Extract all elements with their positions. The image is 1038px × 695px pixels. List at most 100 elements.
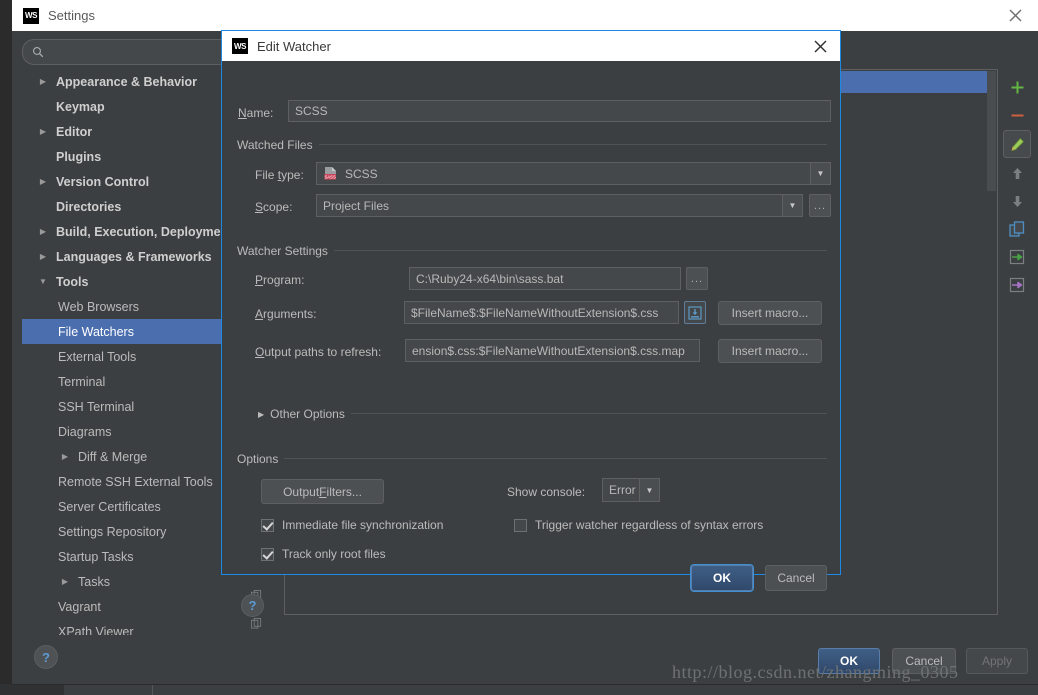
section-divider xyxy=(329,250,827,251)
chevron-right-icon: ▶ xyxy=(39,177,47,186)
program-input[interactable]: C:\Ruby24-x64\bin\sass.bat xyxy=(409,267,681,290)
search-icon xyxy=(32,46,44,58)
sidebar-item-label: Web Browsers xyxy=(58,299,140,314)
sidebar-item-label: Remote SSH External Tools xyxy=(58,474,213,489)
arguments-input[interactable]: $FileName$:$FileNameWithoutExtension$.cs… xyxy=(404,301,679,324)
export-arrow-icon xyxy=(1009,277,1025,293)
arrow-up-icon xyxy=(1012,167,1022,179)
taskbar-strip xyxy=(0,684,1038,695)
content-scrollbar-thumb[interactable] xyxy=(987,71,996,191)
dialog-cancel-button[interactable]: Cancel xyxy=(765,565,827,591)
output-filters-button[interactable]: Output Filters... xyxy=(261,479,384,504)
add-watcher-button[interactable] xyxy=(1004,74,1030,100)
settings-help-button[interactable]: ? xyxy=(34,645,58,669)
sidebar-item-label: Languages & Frameworks xyxy=(56,249,212,264)
copy-watcher-button[interactable] xyxy=(1004,216,1030,242)
file-type-value-wrap: SASS SCSS xyxy=(317,166,810,181)
sidebar-item-label: Version Control xyxy=(56,174,150,189)
chevron-down-icon[interactable]: ▼ xyxy=(782,195,802,216)
watcher-settings-section-title: Watcher Settings xyxy=(237,244,334,258)
output-paths-label: Output paths to refresh: xyxy=(255,345,382,359)
settings-cancel-button[interactable]: Cancel xyxy=(892,648,956,674)
import-button[interactable] xyxy=(1004,244,1030,270)
section-divider xyxy=(348,413,827,414)
svg-text:SASS: SASS xyxy=(324,174,336,179)
expand-editor-icon xyxy=(688,305,702,320)
settings-window-title: Settings xyxy=(48,8,95,23)
watchers-toolbar[interactable] xyxy=(1000,69,1034,618)
dialog-help-button[interactable]: ? xyxy=(241,594,264,617)
scope-value: Project Files xyxy=(323,198,390,213)
checkbox-icon[interactable] xyxy=(261,518,274,532)
sidebar-item-label: SSH Terminal xyxy=(58,399,135,414)
taskbar-divider xyxy=(152,684,153,695)
sidebar-item-label: Editor xyxy=(56,124,93,139)
sidebar-item-label: Plugins xyxy=(56,149,102,164)
arrow-down-icon xyxy=(1012,195,1022,207)
settings-apply-button: Apply xyxy=(966,648,1028,674)
program-label: Program: xyxy=(255,273,305,287)
dialog-body: Name: SCSS Watched Files File type: SASS… xyxy=(222,61,840,617)
sidebar-item-label: Appearance & Behavior xyxy=(56,74,198,89)
settings-close-button[interactable] xyxy=(993,0,1038,31)
file-type-value: SCSS xyxy=(345,166,378,181)
edit-watcher-button[interactable] xyxy=(1003,130,1031,158)
watched-files-section-title: Watched Files xyxy=(237,138,319,152)
output-paths-insert-macro-button[interactable]: Insert macro... xyxy=(718,339,822,363)
checkbox-icon[interactable] xyxy=(261,547,274,561)
show-console-value: Error xyxy=(609,483,636,497)
chevron-down-icon[interactable]: ▼ xyxy=(639,479,659,501)
arguments-expand-button[interactable] xyxy=(684,301,706,324)
sidebar-item-label: Startup Tasks xyxy=(58,549,134,564)
show-console-label: Show console: xyxy=(507,485,586,499)
move-up-button[interactable] xyxy=(1004,160,1030,186)
edit-watcher-dialog: WS Edit Watcher Name: SCSS Watched Files… xyxy=(221,30,841,617)
immediate-file-sync-checkbox-row[interactable]: Immediate file synchronization xyxy=(261,518,443,532)
remove-watcher-button[interactable] xyxy=(1004,102,1030,128)
section-divider xyxy=(284,458,827,459)
section-divider xyxy=(319,144,827,145)
sidebar-item-label: Build, Execution, Deployment xyxy=(56,224,233,239)
sidebar-item-vagrant[interactable]: Vagrant xyxy=(22,594,276,619)
chevron-right-icon: ▶ xyxy=(39,252,47,261)
webstorm-logo-icon: WS xyxy=(23,7,39,24)
arguments-insert-macro-button[interactable]: Insert macro... xyxy=(718,301,822,325)
name-input[interactable]: SCSS xyxy=(288,100,831,122)
move-down-button[interactable] xyxy=(1004,188,1030,214)
file-type-combo[interactable]: SASS SCSS ▼ xyxy=(316,162,831,185)
export-button[interactable] xyxy=(1004,272,1030,298)
sidebar-item-label: Directories xyxy=(56,199,122,214)
program-browse-button[interactable]: ... xyxy=(686,267,708,290)
trigger-watcher-checkbox-row[interactable]: Trigger watcher regardless of syntax err… xyxy=(514,518,763,532)
sidebar-item-label: Server Certificates xyxy=(58,499,161,514)
sass-file-icon: SASS xyxy=(323,166,338,181)
other-options-toggle[interactable]: ▶ Other Options xyxy=(258,407,351,421)
track-only-root-files-checkbox-row[interactable]: Track only root files xyxy=(261,547,386,561)
scope-combo[interactable]: Project Files ▼ xyxy=(316,194,803,217)
checkbox-icon[interactable] xyxy=(514,518,527,532)
chevron-down-icon: ▼ xyxy=(39,277,47,286)
immediate-file-sync-label: Immediate file synchronization xyxy=(282,518,444,532)
chevron-right-icon: ▶ xyxy=(61,452,69,461)
arguments-label: Arguments: xyxy=(255,307,317,321)
dialog-close-button[interactable] xyxy=(800,31,840,61)
chevron-right-icon: ▶ xyxy=(61,577,69,586)
chevron-right-icon: ▶ xyxy=(39,227,47,236)
taskbar-cell-1 xyxy=(0,684,64,695)
dialog-ok-button[interactable]: OK xyxy=(691,565,753,591)
dialog-titlebar: WS Edit Watcher xyxy=(222,31,840,61)
file-type-label: File type: xyxy=(255,168,304,182)
settings-ok-button[interactable]: OK xyxy=(818,648,880,674)
scope-browse-button[interactable]: ... xyxy=(809,194,831,217)
sidebar-item-label: Terminal xyxy=(58,374,106,389)
close-icon xyxy=(1009,9,1022,22)
sidebar-item-label: Vagrant xyxy=(58,599,101,614)
chevron-down-icon[interactable]: ▼ xyxy=(810,163,830,184)
trigger-watcher-label: Trigger watcher regardless of syntax err… xyxy=(535,518,764,532)
output-paths-input[interactable]: ension$.css:$FileNameWithoutExtension$.c… xyxy=(405,339,700,362)
other-options-label: Other Options xyxy=(270,407,345,421)
show-console-combo[interactable]: Error ▼ xyxy=(602,478,660,502)
chevron-right-icon: ▶ xyxy=(258,409,265,419)
chevron-right-icon: ▶ xyxy=(39,127,47,136)
sidebar-item-xpath-viewer[interactable]: XPath Viewer xyxy=(22,619,276,636)
